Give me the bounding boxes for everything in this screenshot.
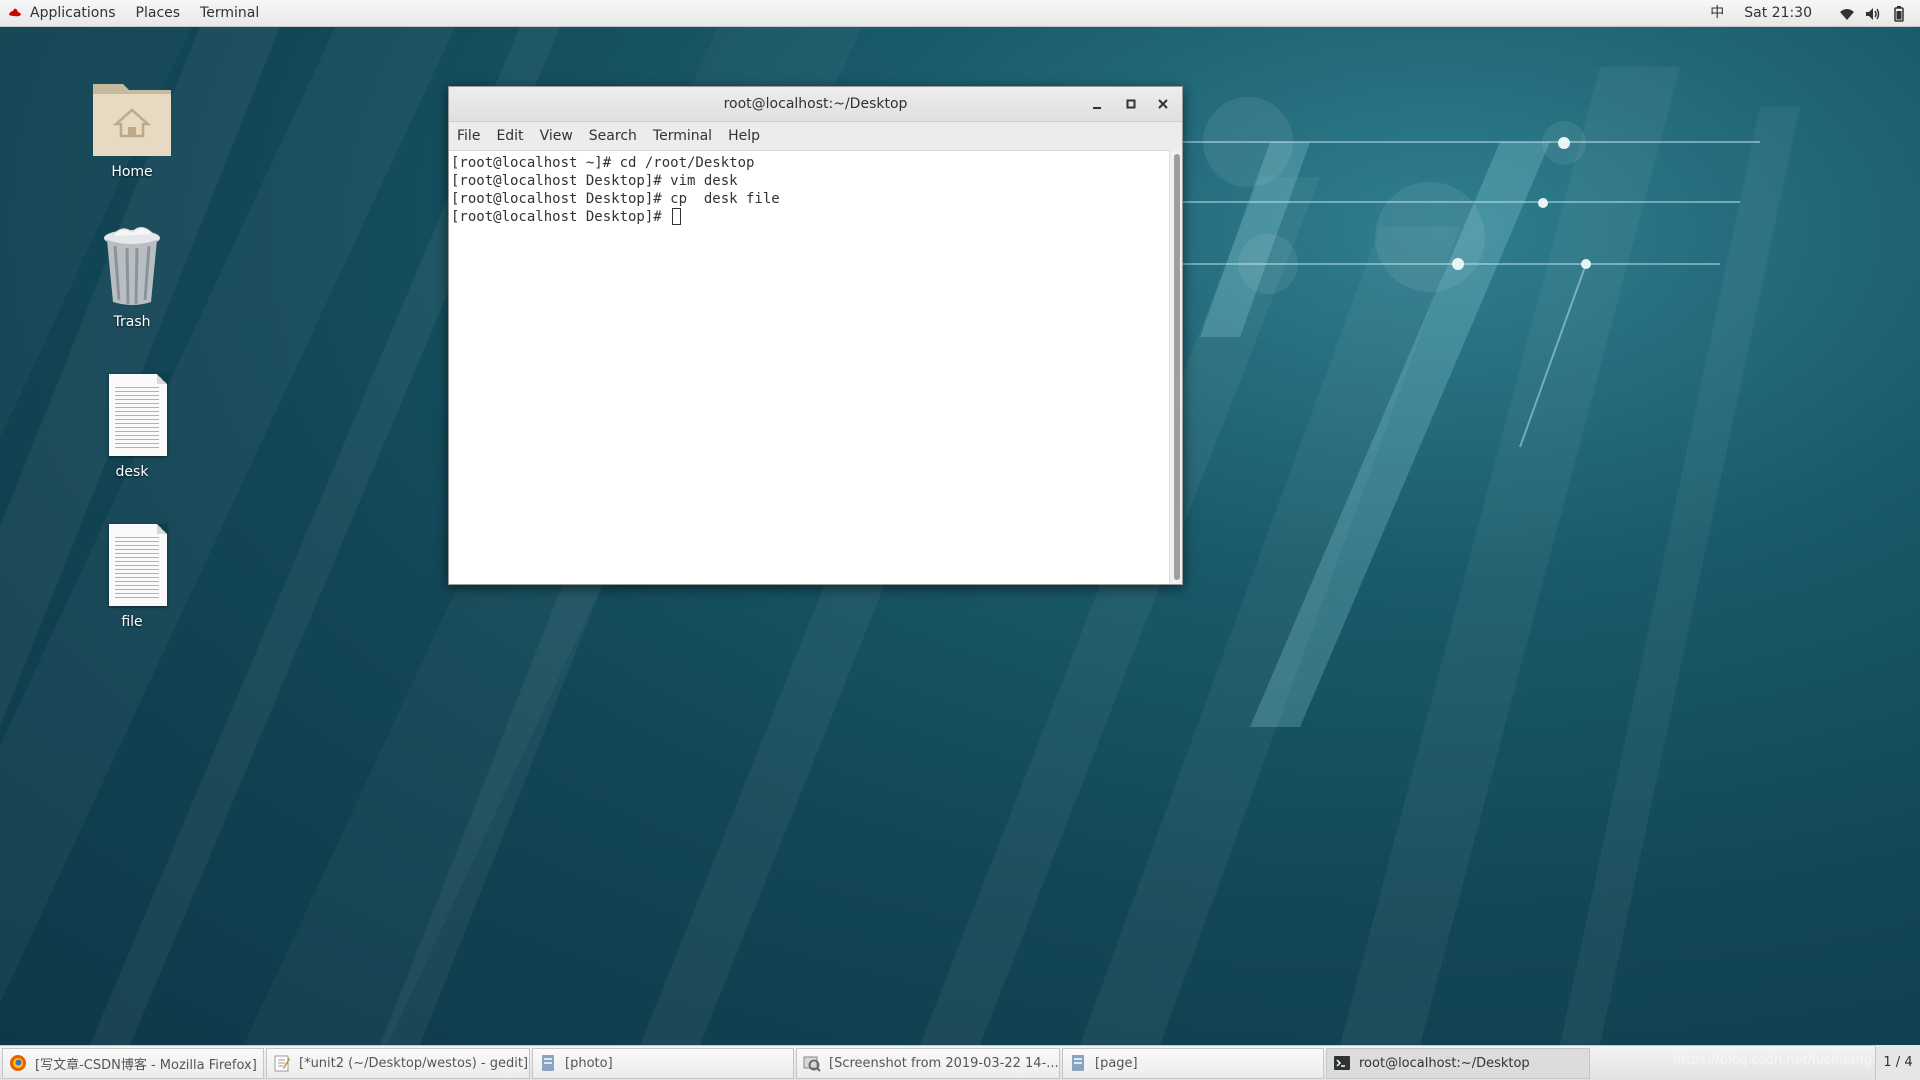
desktop-icon-label: desk (115, 464, 149, 480)
maximize-icon (1126, 99, 1136, 109)
task-firefox[interactable]: [写文章-CSDN博客 - Mozilla Firefox] (2, 1047, 264, 1079)
task-terminal[interactable]: root@localhost:~/Desktop (1326, 1047, 1590, 1079)
terminal-output[interactable]: [root@localhost ~]# cd /root/Desktop [ro… (449, 150, 1182, 584)
task-gedit[interactable]: [*unit2 (~/Desktop/westos) - gedit] (266, 1047, 530, 1079)
battery-icon[interactable] (1888, 0, 1910, 27)
screenshot-icon (803, 1054, 821, 1072)
applications-label: Applications (30, 4, 116, 21)
menu-file[interactable]: File (449, 122, 488, 150)
terminal-prompt: [root@localhost Desktop]# (451, 209, 671, 225)
window-titlebar[interactable]: root@localhost:~/Desktop (449, 87, 1182, 122)
task-label: [Screenshot from 2019-03-22 14-... (829, 1055, 1059, 1071)
minimize-icon (1093, 107, 1101, 109)
task-page[interactable]: [page] (1062, 1047, 1324, 1079)
minimize-button[interactable] (1082, 87, 1112, 121)
redhat-logo-icon (9, 8, 21, 17)
terminal-line: [root@localhost Desktop]# cp desk file (451, 191, 780, 207)
firefox-icon (9, 1054, 27, 1072)
desktop-icon-label: file (121, 614, 143, 630)
task-label: [photo] (565, 1055, 613, 1071)
desktop-icon-file[interactable]: file (72, 520, 192, 630)
menu-search[interactable]: Search (581, 122, 645, 150)
task-screenshot[interactable]: [Screenshot from 2019-03-22 14-... (796, 1047, 1060, 1079)
desktop-icon-trash[interactable]: Trash (72, 220, 192, 330)
terminal-line: [root@localhost ~]# cd /root/Desktop (451, 155, 755, 171)
trash-icon (87, 220, 177, 310)
input-method-indicator[interactable]: 中 (1700, 0, 1734, 27)
home-folder-icon (87, 70, 177, 160)
terminal-app-menu[interactable]: Terminal (190, 0, 269, 27)
task-label: [page] (1095, 1055, 1138, 1071)
menu-edit[interactable]: Edit (488, 122, 531, 150)
places-menu[interactable]: Places (126, 0, 191, 27)
scrollbar-thumb[interactable] (1174, 154, 1180, 580)
desktop-icon-label: Home (111, 164, 153, 180)
clock[interactable]: Sat 21:30 (1734, 0, 1822, 27)
terminal-prompt-line: [root@localhost Desktop]# (451, 208, 1180, 226)
file-manager-icon (539, 1054, 557, 1072)
close-icon (1158, 99, 1168, 109)
volume-icon[interactable] (1862, 0, 1884, 27)
close-button[interactable] (1148, 87, 1178, 121)
desktop-icon-desk[interactable]: desk (72, 370, 192, 480)
task-label: [*unit2 (~/Desktop/westos) - gedit] (299, 1055, 529, 1071)
desktop-icon-home[interactable]: Home (72, 70, 192, 180)
top-panel: Applications Places Terminal 中 Sat 21:30 (0, 0, 1920, 27)
task-photo[interactable]: [photo] (532, 1047, 794, 1079)
text-file-icon (87, 520, 177, 610)
task-label: root@localhost:~/Desktop (1359, 1055, 1530, 1071)
window-title: root@localhost:~/Desktop (723, 96, 908, 112)
watermark-text: https://blog.csdn.net/luchuang (1673, 1053, 1872, 1068)
menu-help[interactable]: Help (720, 122, 768, 150)
terminal-menubar: File Edit View Search Terminal Help (449, 122, 1182, 151)
gedit-icon (273, 1054, 291, 1072)
terminal-cursor (672, 208, 682, 225)
applications-menu[interactable]: Applications (0, 0, 126, 27)
terminal-line: [root@localhost Desktop]# vim desk (451, 173, 738, 189)
wifi-icon[interactable] (1836, 0, 1858, 27)
window-list-taskbar: [写文章-CSDN博客 - Mozilla Firefox] [*unit2 (… (0, 1045, 1920, 1080)
workspace-indicator[interactable]: 1 / 4 (1875, 1045, 1920, 1080)
terminal-scrollbar[interactable] (1169, 150, 1182, 584)
text-file-icon (87, 370, 177, 460)
terminal-window[interactable]: root@localhost:~/Desktop File Edit View … (448, 86, 1183, 585)
menu-view[interactable]: View (532, 122, 581, 150)
maximize-button[interactable] (1116, 87, 1146, 121)
desktop-icon-label: Trash (113, 314, 151, 330)
task-label: [写文章-CSDN博客 - Mozilla Firefox] (35, 1057, 257, 1073)
menu-terminal[interactable]: Terminal (645, 122, 720, 150)
terminal-icon (1333, 1054, 1351, 1072)
file-manager-icon (1069, 1054, 1087, 1072)
